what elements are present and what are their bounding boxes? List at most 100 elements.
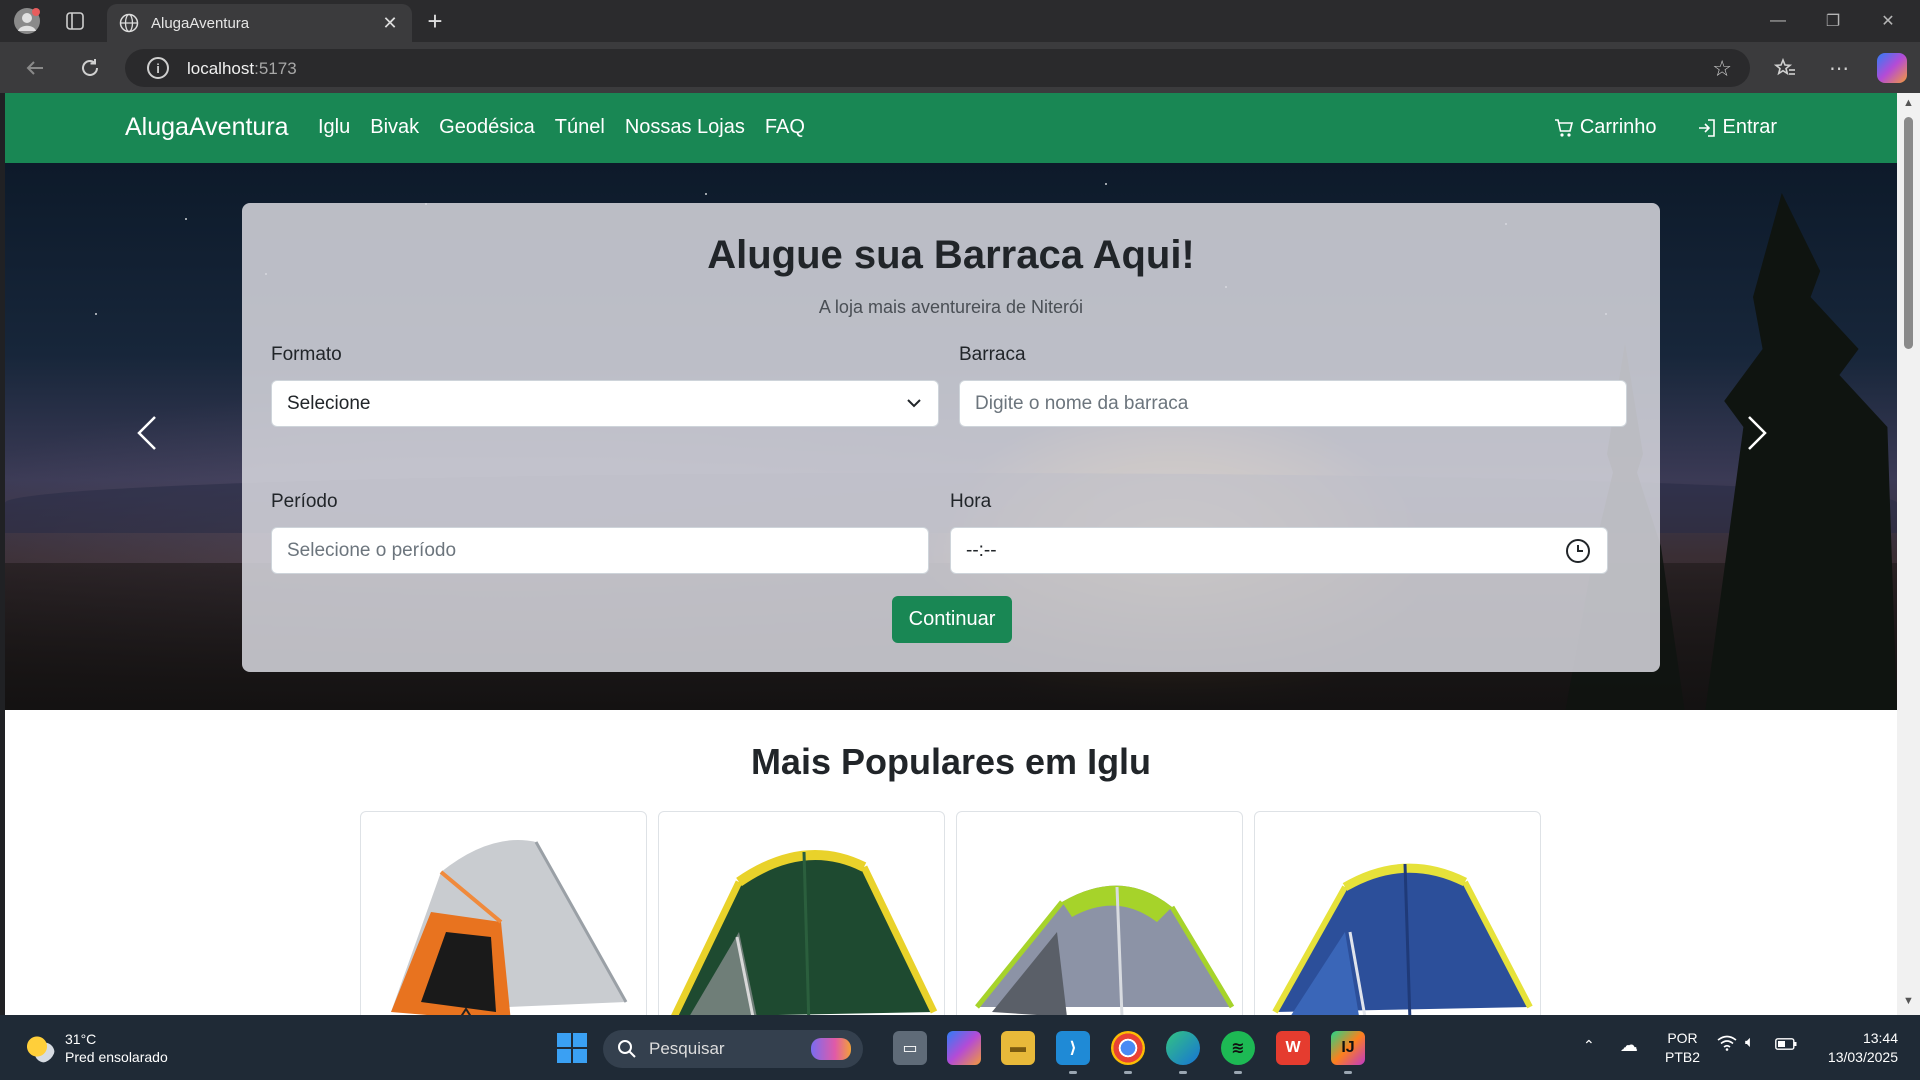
nav-link-geodesica[interactable]: Geodésica	[439, 116, 535, 139]
weather-widget[interactable]: 31°C Pred ensolarado	[25, 1030, 168, 1066]
site-info-icon[interactable]: i	[147, 57, 169, 79]
intellij-icon[interactable]: IJ	[1331, 1031, 1365, 1065]
onedrive-cloud-icon[interactable]: ☁	[1620, 1035, 1638, 1056]
hero-subtitle: A loja mais aventureira de Niterói	[818, 297, 1084, 317]
carousel-next-icon[interactable]	[1737, 408, 1777, 458]
formato-label: Formato	[271, 344, 342, 365]
cart-icon	[1554, 118, 1573, 137]
browser-tab-bar: AlugaAventura ✕ + — ❐ ✕	[0, 0, 1920, 42]
volume-icon[interactable]: 🔈︎	[1745, 1034, 1755, 1052]
tab-title: AlugaAventura	[151, 15, 250, 32]
running-indicator	[1124, 1071, 1132, 1074]
brand-link[interactable]: AlugaAventura	[125, 113, 289, 142]
nav-right: Carrinho Entrar	[1514, 116, 1777, 139]
formato-select[interactable]: Selecione	[271, 380, 939, 427]
search-icon	[617, 1039, 637, 1064]
wifi-icon[interactable]	[1717, 1035, 1737, 1054]
search-label: Pesquisar	[649, 1039, 725, 1058]
page-scrollbar[interactable]: ▲ ▼	[1897, 93, 1920, 1015]
show-hidden-icons-icon[interactable]: ⌃	[1583, 1037, 1595, 1054]
office-icon[interactable]: W	[1276, 1031, 1310, 1065]
scroll-thumb[interactable]	[1904, 117, 1913, 349]
tab-close-icon[interactable]: ✕	[378, 11, 402, 35]
nav-link-tunel[interactable]: Túnel	[555, 116, 605, 139]
hero-carousel: Alugue sua Barraca Aqui! A loja mais ave…	[5, 163, 1897, 710]
page-viewport: AlugaAventura Iglu Bivak Geodésica Túnel…	[5, 93, 1897, 1015]
active-tab[interactable]: AlugaAventura ✕	[107, 4, 412, 42]
profile-avatar-icon[interactable]	[12, 6, 42, 36]
hora-input[interactable]: --:--	[950, 527, 1608, 574]
battery-icon[interactable]	[1775, 1037, 1797, 1053]
file-explorer-icon[interactable]: ▬	[1001, 1031, 1035, 1065]
site-navbar: AlugaAventura Iglu Bivak Geodésica Túnel…	[5, 93, 1897, 163]
windows-taskbar: 31°C Pred ensolarado Pesquisar ▭ ▬ ⟩ ≋ W…	[0, 1015, 1920, 1080]
copilot-app-icon[interactable]	[947, 1031, 981, 1065]
nav-link-iglu[interactable]: Iglu	[318, 116, 350, 139]
product-card[interactable]	[956, 811, 1243, 1015]
favorite-star-icon[interactable]: ☆	[1712, 56, 1732, 82]
back-icon[interactable]	[18, 52, 52, 84]
workspaces-icon[interactable]	[60, 6, 90, 36]
url-text: localhost:5173	[187, 59, 297, 78]
clock-icon[interactable]	[1565, 538, 1591, 570]
tent-image	[391, 840, 628, 1015]
login-link[interactable]: Entrar	[1697, 116, 1777, 139]
clock-time: 13:44	[1862, 1030, 1898, 1046]
scroll-up-icon[interactable]: ▲	[1902, 97, 1915, 110]
windows-start-icon[interactable]	[557, 1033, 587, 1063]
popular-section-title: Mais Populares em Iglu	[750, 741, 1152, 782]
nav-link-faq[interactable]: FAQ	[765, 116, 805, 139]
reload-icon[interactable]	[73, 52, 107, 84]
running-indicator	[1344, 1071, 1352, 1074]
favorites-icon[interactable]	[1768, 52, 1802, 84]
running-indicator	[1179, 1071, 1187, 1074]
carousel-prev-icon[interactable]	[127, 408, 167, 458]
restore-icon[interactable]: ❐	[1813, 6, 1853, 36]
language-indicator[interactable]: POR PTB2	[1665, 1029, 1700, 1067]
hora-value: --:--	[966, 540, 997, 561]
product-card[interactable]	[360, 811, 647, 1015]
continue-button[interactable]: Continuar	[892, 596, 1012, 643]
address-bar[interactable]: i localhost:5173 ☆	[125, 49, 1750, 87]
running-indicator	[1234, 1071, 1242, 1074]
running-indicator	[1069, 1071, 1077, 1074]
clock-date: 13/03/2025	[1827, 1049, 1898, 1065]
formato-value: Selecione	[287, 393, 371, 414]
cart-link[interactable]: Carrinho	[1554, 116, 1657, 139]
periodo-input[interactable]: Selecione o período	[271, 527, 929, 574]
login-icon	[1698, 118, 1715, 137]
barraca-label: Barraca	[959, 344, 1026, 365]
taskbar-search[interactable]: Pesquisar	[603, 1030, 863, 1068]
product-card[interactable]	[1254, 811, 1541, 1015]
search-highlight-icon	[811, 1038, 851, 1060]
tent-image	[975, 885, 1235, 1015]
chrome-icon[interactable]	[1111, 1031, 1145, 1065]
more-options-icon[interactable]: ⋯	[1822, 52, 1856, 84]
nav-link-bivak[interactable]: Bivak	[370, 116, 419, 139]
weather-temp: 31°C	[65, 1031, 97, 1047]
cart-label: Carrinho	[1579, 116, 1657, 138]
tent-image	[1272, 863, 1533, 1015]
product-card[interactable]	[658, 811, 945, 1015]
new-tab-icon[interactable]: +	[420, 6, 450, 36]
nav-link-nossas-lojas[interactable]: Nossas Lojas	[625, 116, 745, 139]
barraca-input[interactable]: Digite o nome da barraca	[959, 380, 1627, 427]
vscode-icon[interactable]: ⟩	[1056, 1031, 1090, 1065]
hora-label: Hora	[950, 491, 992, 512]
chevron-down-icon	[906, 395, 922, 417]
system-clock[interactable]: 13:44 13/03/2025	[1828, 1029, 1898, 1067]
task-view-icon[interactable]: ▭	[893, 1031, 927, 1065]
weather-desc: Pred ensolarado	[65, 1049, 168, 1065]
edge-icon[interactable]	[1166, 1031, 1200, 1065]
nav-links: Iglu Bivak Geodésica Túnel Nossas Lojas …	[318, 116, 825, 139]
product-cards	[360, 811, 1541, 1015]
spotify-icon[interactable]: ≋	[1221, 1031, 1255, 1065]
copilot-icon[interactable]	[1877, 53, 1907, 83]
login-label: Entrar	[1722, 116, 1777, 138]
weather-sun-cloud-icon	[25, 1033, 55, 1063]
tent-image	[671, 850, 938, 1015]
minimize-icon[interactable]: —	[1758, 6, 1798, 36]
close-window-icon[interactable]: ✕	[1868, 6, 1908, 36]
scroll-down-icon[interactable]: ▼	[1902, 995, 1915, 1008]
periodo-label: Período	[271, 491, 338, 512]
